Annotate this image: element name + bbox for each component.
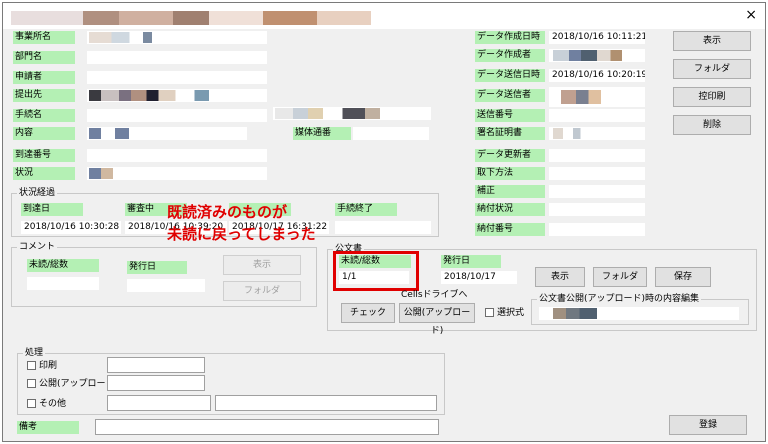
payment-status-label: 納付状況 (475, 203, 545, 216)
content-label: 内容 (13, 127, 75, 140)
comment-issue-field (127, 279, 205, 292)
procedure-label: 手続名 (13, 109, 75, 122)
delete-button[interactable]: 削除 (673, 115, 751, 135)
payment-no-field (549, 223, 645, 236)
send-no-label: 送信番号 (475, 109, 545, 122)
office-label: 事業所名 (13, 31, 75, 44)
dept-field (87, 51, 267, 64)
display-button[interactable]: 表示 (673, 31, 751, 51)
select-mode-checkbox[interactable] (485, 308, 494, 317)
comment-issue-label: 発行日 (127, 261, 187, 274)
creator-field (549, 49, 645, 62)
comment-folder-button[interactable]: フォルダ (223, 281, 301, 301)
folder-button[interactable]: フォルダ (673, 59, 751, 79)
print-label: 印刷 (39, 361, 58, 371)
publish-button[interactable]: 公開(アップロード) (399, 303, 475, 336)
created-at-field: 2018/10/16 10:11:21 (549, 31, 645, 44)
sender-label: データ送信者 (475, 89, 545, 102)
other-checkbox[interactable] (27, 399, 36, 408)
remarks-field[interactable] (95, 419, 439, 435)
annotation-line-2: 未読に戻ってしまった (167, 225, 316, 243)
processing-title: 処理 (23, 347, 46, 359)
end-label: 手続終了 (335, 203, 397, 216)
media-field (353, 127, 429, 140)
title-bar: × (3, 3, 765, 29)
dept-label: 部門名 (13, 51, 75, 64)
arrival-date-label: 到達日 (21, 203, 83, 216)
highlight-box (333, 251, 419, 291)
official-issue-label: 発行日 (441, 255, 501, 268)
check-button[interactable]: チェック (341, 303, 395, 323)
updater-label: データ更新者 (475, 149, 545, 162)
stamp-print-button[interactable]: 控印刷 (673, 87, 751, 107)
applicant-field (87, 71, 267, 84)
updater-field (549, 149, 645, 162)
creator-label: データ作成者 (475, 49, 545, 62)
correction-field (549, 185, 645, 198)
other-field-1[interactable] (107, 395, 211, 411)
media-label: 媒体通番 (293, 127, 351, 140)
method-label: 取下方法 (475, 167, 545, 180)
created-at-label: データ作成日時 (475, 31, 545, 44)
comment-unread-field (27, 277, 99, 290)
other-label: その他 (39, 399, 67, 409)
procedure-extra-field (273, 107, 431, 120)
comment-display-button[interactable]: 表示 (223, 255, 301, 275)
redacted-title (11, 11, 371, 25)
register-button[interactable]: 登録 (669, 415, 747, 435)
arrival-no-field (87, 149, 267, 162)
procedure-field (87, 109, 267, 122)
arrival-no-label: 到達番号 (13, 149, 75, 162)
office-field (87, 31, 267, 44)
progress-title: 状況経過 (17, 187, 58, 199)
status-label: 状況 (13, 167, 75, 180)
comment-unread-label: 未読/総数 (27, 259, 99, 272)
status-field (87, 167, 267, 180)
publish-field[interactable] (107, 375, 205, 391)
edit-group-title: 公文書公開(アップロード)時の内容編集 (537, 293, 702, 305)
sender-field (549, 87, 645, 107)
comment-title: コメント (17, 241, 58, 253)
print-checkbox[interactable] (27, 361, 36, 370)
cert-field (549, 127, 645, 140)
applicant-label: 申請者 (13, 71, 75, 84)
official-issue-field: 2018/10/17 (441, 271, 517, 284)
submit-to-label: 提出先 (13, 89, 75, 102)
payment-no-label: 納付番号 (475, 223, 545, 236)
payment-status-field (549, 203, 645, 216)
cells-caption: Cellsドライブへ (401, 290, 468, 300)
remarks-label: 備考 (17, 421, 79, 434)
official-folder-button[interactable]: フォルダ (593, 267, 647, 287)
official-display-button[interactable]: 表示 (535, 267, 585, 287)
record-detail-dialog: × 事業所名 部門名 申請者 提出先 手続名 内容 到達番号 状況 媒体通番 デ… (2, 2, 766, 442)
method-field (549, 167, 645, 180)
submit-to-field (87, 89, 267, 102)
sent-at-field: 2018/10/16 10:20:19 (549, 69, 645, 82)
arrival-date-field: 2018/10/16 10:30:28 (21, 221, 121, 234)
annotation-line-1: 既読済みのものが (167, 203, 288, 221)
send-no-field (549, 109, 645, 122)
other-field-2[interactable] (215, 395, 437, 411)
print-field[interactable] (107, 357, 205, 373)
sent-at-label: データ送信日時 (475, 69, 545, 82)
select-mode-label: 選択式 (497, 308, 525, 318)
content-field (87, 127, 247, 140)
end-field (335, 221, 431, 234)
edit-field[interactable] (539, 307, 739, 320)
publish-checkbox[interactable] (27, 379, 36, 388)
correction-label: 補正 (475, 185, 545, 198)
close-icon[interactable]: × (745, 7, 757, 23)
official-save-button[interactable]: 保存 (655, 267, 711, 287)
cert-label: 署名証明書 (475, 127, 545, 140)
